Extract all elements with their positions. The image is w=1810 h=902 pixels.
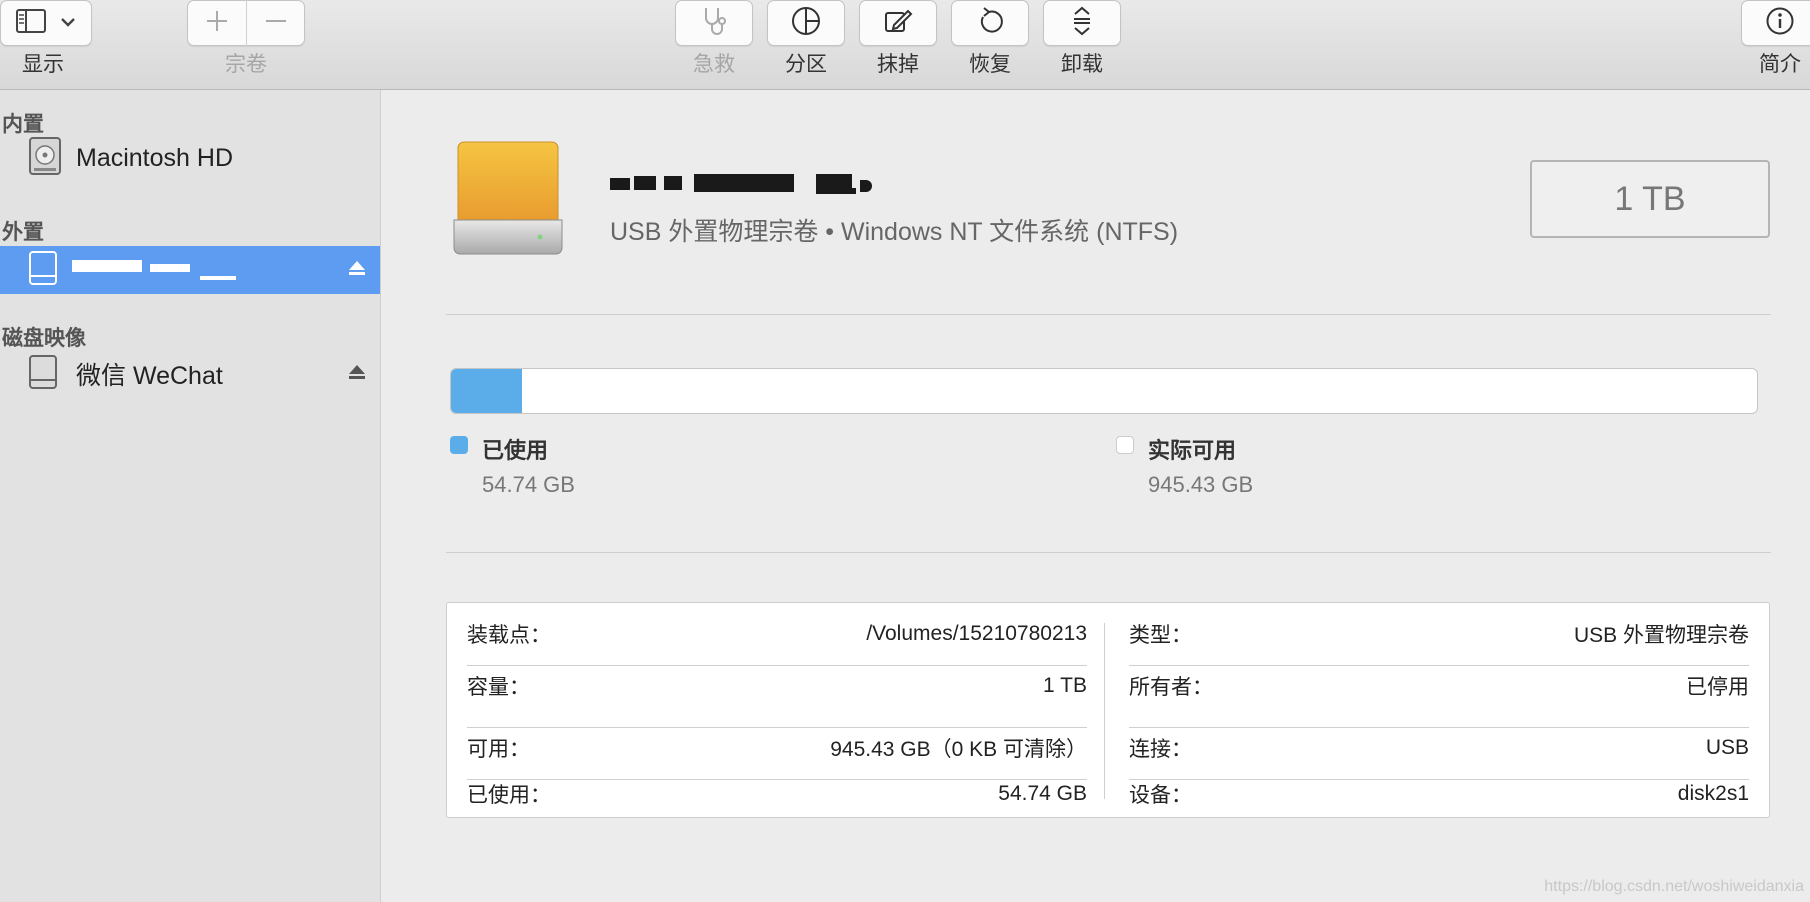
used-swatch: [450, 436, 468, 454]
info-key: 所有者：: [1129, 676, 1213, 699]
view-label: 显示: [22, 53, 64, 76]
pie-chart-icon: [790, 5, 822, 42]
add-volume-button[interactable]: [188, 0, 246, 46]
info-icon: [1765, 6, 1795, 41]
restore-button[interactable]: [951, 0, 1029, 46]
free-title: 实际可用: [1148, 438, 1237, 463]
capacity-badge: 1 TB: [1530, 160, 1770, 238]
divider: [446, 552, 1771, 553]
external-disk-icon: [28, 250, 58, 291]
info-table: 装载点： /Volumes/15210780213 容量： 1 TB 可用： 9…: [446, 602, 1770, 818]
info-column-left: 装载点： /Volumes/15210780213 容量： 1 TB 可用： 9…: [467, 603, 1087, 819]
unmount-group: 卸载: [1043, 0, 1121, 77]
info-key: 容量：: [467, 676, 530, 699]
sidebar: 内置 Macintosh HD 外置 磁盘映像 微信 WeChat: [0, 90, 381, 902]
info-value: disk2s1: [1677, 782, 1749, 805]
partition-label: 分区: [785, 53, 827, 76]
divider: [446, 314, 1771, 315]
toolbar: 显示 宗卷 急救 分区 抹掉 恢复 卸载 简介: [0, 0, 1810, 90]
sidebar-item-wechat[interactable]: 微信 WeChat: [0, 350, 380, 398]
watermark: https://blog.csdn.net/woshiweidanxia: [1544, 878, 1804, 895]
info-row-used: 已使用： 54.74 GB: [467, 763, 1087, 825]
first-aid-button[interactable]: [675, 0, 753, 46]
info-group: 简介: [1741, 0, 1810, 77]
disk-subtitle: USB 外置物理宗卷 • Windows NT 文件系统 (NTFS): [610, 218, 1179, 246]
minus-icon: [264, 9, 288, 38]
free-value: 945.43 GB: [1148, 472, 1254, 497]
unmount-icon: [1066, 5, 1098, 42]
info-key: 已使用：: [467, 784, 551, 807]
info-key: 可用：: [467, 738, 530, 761]
info-row-capacity: 容量： 1 TB: [467, 655, 1087, 717]
sidebar-icon: [16, 8, 46, 38]
partition-button[interactable]: [767, 0, 845, 46]
sidebar-item-macintosh-hd[interactable]: Macintosh HD: [0, 134, 380, 182]
info-value: 54.74 GB: [998, 782, 1087, 805]
stethoscope-icon: [698, 5, 730, 42]
eject-icon[interactable]: [348, 363, 366, 386]
first-aid-group: 急救: [675, 0, 753, 77]
sidebar-item-external-disk[interactable]: [0, 246, 380, 294]
sidebar-item-label: 微信 WeChat: [76, 362, 223, 390]
restore-arrow-icon: [974, 5, 1006, 42]
info-button[interactable]: [1741, 0, 1810, 46]
usage-bar-used: [451, 369, 523, 413]
free-swatch: [1116, 436, 1134, 454]
unmount-label: 卸载: [1061, 53, 1103, 76]
info-key: 连接：: [1129, 738, 1192, 761]
erase-button[interactable]: [859, 0, 937, 46]
restore-group: 恢复: [951, 0, 1029, 77]
pencil-eraser-icon: [882, 5, 914, 42]
info-value: 已停用: [1686, 676, 1749, 699]
info-value: USB 外置物理宗卷: [1573, 624, 1749, 647]
column-divider: [1104, 623, 1105, 799]
external-drive-icon: [452, 140, 564, 265]
info-label: 简介: [1759, 53, 1801, 76]
plus-icon: [205, 9, 229, 38]
first-aid-label: 急救: [693, 53, 735, 76]
partition-group: 分区: [767, 0, 845, 77]
usage-bar: [450, 368, 1758, 414]
info-row-owners: 所有者： 已停用: [1129, 655, 1749, 717]
eject-icon[interactable]: [348, 259, 366, 282]
chevron-down-icon: [60, 14, 76, 32]
unmount-button[interactable]: [1043, 0, 1121, 46]
view-group: 显示: [0, 0, 92, 77]
info-value: /Volumes/15210780213: [866, 622, 1087, 645]
volume-buttons: [187, 0, 305, 46]
info-column-right: 类型： USB 外置物理宗卷 所有者： 已停用 连接： USB 设备： disk…: [1129, 603, 1749, 819]
volume-label: 宗卷: [225, 53, 267, 76]
used-value: 54.74 GB: [482, 472, 575, 497]
used-title: 已使用: [482, 438, 549, 463]
internal-disk-icon: [28, 136, 62, 181]
section-external: 外置: [2, 221, 44, 244]
info-key: 装载点：: [467, 624, 551, 647]
erase-group: 抹掉: [859, 0, 937, 77]
volume-group: 宗卷: [187, 0, 305, 77]
info-value: USB: [1705, 736, 1749, 759]
disk-image-icon: [28, 354, 58, 395]
erase-label: 抹掉: [877, 53, 919, 76]
remove-volume-button[interactable]: [246, 0, 304, 46]
info-key: 类型：: [1129, 624, 1192, 647]
info-row-device: 设备： disk2s1: [1129, 763, 1749, 825]
info-value: 945.43 GB（0 KB 可清除）: [830, 738, 1087, 761]
section-disk-images: 磁盘映像: [2, 327, 86, 350]
info-value: 1 TB: [1043, 674, 1087, 697]
sidebar-item-label: Macintosh HD: [76, 143, 233, 172]
view-button[interactable]: [0, 0, 92, 46]
info-key: 设备：: [1129, 784, 1192, 807]
main-panel: USB 外置物理宗卷 • Windows NT 文件系统 (NTFS) 1 TB…: [382, 90, 1810, 902]
restore-label: 恢复: [969, 53, 1011, 76]
